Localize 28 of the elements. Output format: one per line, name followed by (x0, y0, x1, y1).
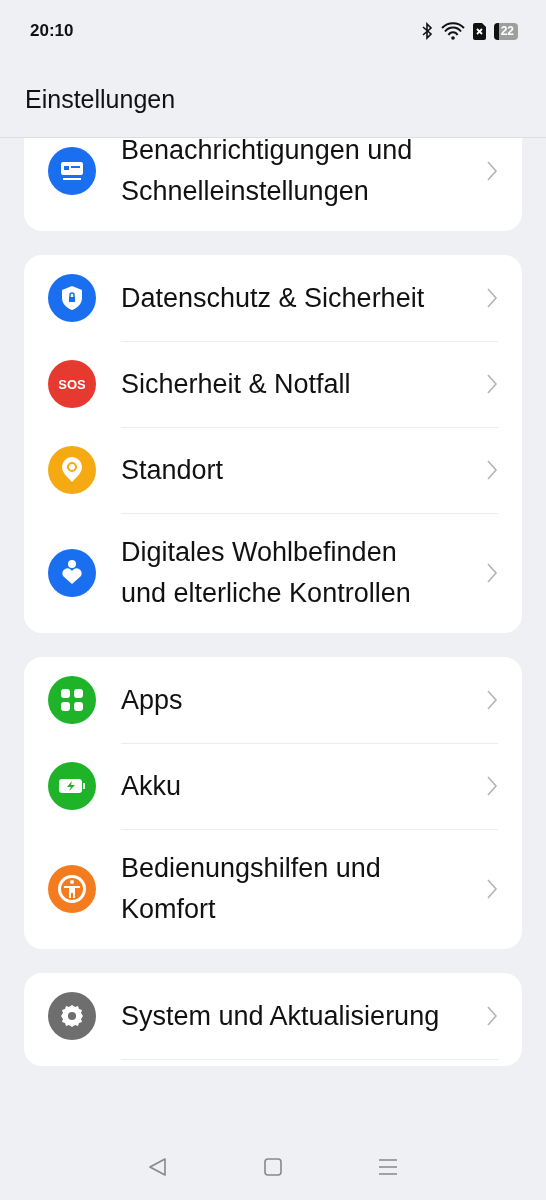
chevron-right-icon (486, 160, 498, 182)
settings-item[interactable]: Datenschutz & Sicherheit (48, 255, 498, 341)
home-icon[interactable] (263, 1156, 283, 1177)
chevron-right-icon (486, 459, 498, 481)
menu-icon[interactable] (377, 1156, 399, 1177)
chevron-right-icon (486, 878, 498, 900)
chevron-right-icon (486, 373, 498, 395)
settings-item[interactable]: Akku (48, 743, 498, 829)
battery-indicator: 22 (493, 22, 518, 40)
chevron-right-icon (486, 1005, 498, 1027)
sos-icon: SOS (48, 360, 96, 408)
chevron-right-icon (486, 689, 498, 711)
settings-item[interactable]: Benachrichtigungen und Schnelleinstellungen (48, 138, 498, 231)
settings-item[interactable]: Standort (48, 427, 498, 513)
chevron-right-icon (486, 562, 498, 584)
settings-item[interactable]: SOS Sicherheit & Notfall (48, 341, 498, 427)
chevron-right-icon (486, 775, 498, 797)
sim-card-icon (472, 22, 486, 40)
settings-item[interactable]: System und Aktualisierung (48, 973, 498, 1059)
back-icon[interactable] (147, 1156, 169, 1177)
bluetooth-icon (420, 22, 433, 40)
clock: 20:10 (30, 21, 74, 41)
page-title: Einstellungen (25, 85, 176, 114)
settings-item[interactable]: Apps (48, 657, 498, 743)
wifi-icon (440, 22, 465, 40)
chevron-right-icon (486, 287, 498, 309)
settings-item[interactable]: Digitales Wohlbefinden und elterliche Kontrollen (48, 513, 498, 633)
settings-item[interactable]: Bedienungshilfen und Komfort (48, 829, 498, 949)
